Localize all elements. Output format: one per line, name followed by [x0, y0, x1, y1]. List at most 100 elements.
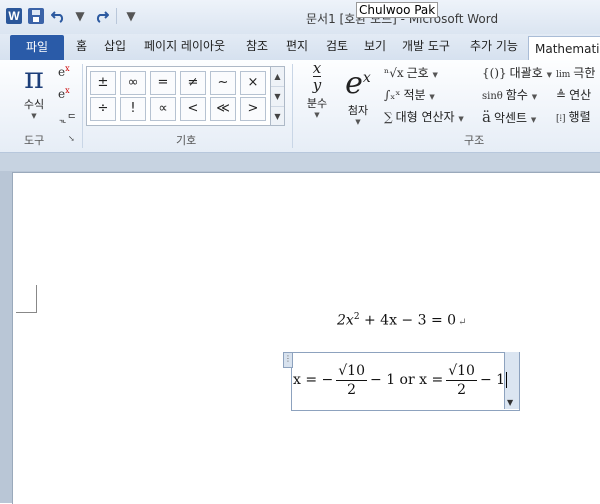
gallery-more-icon[interactable]: ▼: [271, 107, 284, 126]
symbol-proportional[interactable]: ∝: [150, 97, 176, 121]
group-separator: [292, 64, 293, 148]
function-label: 함수: [505, 88, 528, 102]
title-bar: W ▼ ▼ 문서1 [호환 모드] - Microsoft Word Chulw…: [0, 0, 600, 35]
symbol-tilde[interactable]: ~: [210, 71, 236, 95]
equation-button[interactable]: π 수식 ▼: [14, 61, 54, 121]
symbol-not-equal[interactable]: ≠: [180, 71, 206, 95]
user-tooltip: Chulwoo Pak: [356, 2, 439, 18]
integral-icon: ∫ₓˣ: [384, 88, 401, 102]
fraction-label: 분수: [306, 97, 328, 110]
tab-review[interactable]: 검토: [326, 34, 348, 60]
tab-mathematics[interactable]: Mathematics: [528, 36, 600, 61]
chevron-down-icon: ▼: [507, 398, 514, 407]
equation-label: 수식: [23, 98, 45, 111]
symbol-much-less[interactable]: ≪: [210, 97, 236, 121]
quick-access-toolbar: W ▼ ▼: [6, 8, 139, 24]
radical-button[interactable]: ⁿ√x 근호 ▼: [384, 64, 438, 81]
fraction-icon: xy: [312, 59, 322, 94]
eq2-fraction: √10 2: [336, 362, 368, 399]
qat-separator: [116, 8, 117, 24]
equation-handle-icon[interactable]: ⋮: [283, 352, 293, 368]
integral-button[interactable]: ∫ₓˣ 적분 ▼: [384, 86, 435, 103]
operator-label: 연산: [569, 88, 592, 102]
ribbon-tabs: 파일 홈 삽입 페이지 레이아웃 참조 편지 검토 보기 개발 도구 추가 기능…: [0, 34, 600, 61]
limit-icon: lim: [556, 70, 571, 80]
undo-dropdown-icon[interactable]: ▼: [72, 8, 88, 24]
symbol-equals[interactable]: =: [150, 71, 176, 95]
radical-icon: ⁿ√x: [384, 66, 404, 80]
equation-dropdown-icon: ▼: [31, 112, 37, 120]
accent-label: 악센트: [493, 111, 528, 125]
save-icon[interactable]: [28, 8, 44, 24]
scroll-down-icon[interactable]: ▼: [271, 87, 284, 107]
integral-label: 적분: [403, 88, 426, 102]
ruler-strip: [0, 153, 600, 171]
margin-marker: [16, 312, 37, 313]
eq2-fraction: √10 2: [446, 362, 477, 399]
tab-view[interactable]: 보기: [364, 34, 386, 60]
symbol-times[interactable]: ×: [240, 71, 266, 95]
redo-icon[interactable]: [94, 8, 110, 24]
eq2-denominator: 2: [347, 381, 357, 398]
document-page[interactable]: [12, 172, 600, 504]
function-button[interactable]: sinθ 함수 ▼: [482, 86, 537, 103]
large-operator-label: 대형 연산자: [395, 110, 455, 124]
function-icon: sinθ: [482, 91, 503, 102]
tab-developer[interactable]: 개발 도구: [402, 34, 450, 60]
equation-quadratic[interactable]: 2x2 + 4x − 3 = 0 ↵: [337, 312, 466, 329]
dialog-launcher-icon[interactable]: ↘: [68, 134, 75, 143]
symbols-group-label: 기호: [176, 134, 197, 147]
tab-insert[interactable]: 삽입: [104, 34, 126, 60]
undo-icon[interactable]: [50, 8, 66, 24]
symbol-less-than[interactable]: <: [180, 97, 206, 121]
accent-button[interactable]: ä 악센트 ▼: [482, 108, 536, 126]
ribbon: π 수식 ▼ ex ex ᆨᆫᄃ 도구 ↘ ± ∞ = ≠ ~ × ÷ ! ∝ …: [0, 60, 600, 153]
symbol-factorial[interactable]: !: [120, 97, 146, 121]
scroll-up-icon[interactable]: ▲: [271, 67, 284, 87]
equation-solution[interactable]: x = − √10 2 − 1 or x = √10 2 − 1: [293, 354, 508, 406]
accent-icon: ä: [482, 108, 491, 126]
symbol-plus-minus[interactable]: ±: [90, 71, 116, 95]
script-button[interactable]: ex 첨자 ▼: [340, 60, 376, 126]
pi-icon: π: [24, 61, 44, 96]
paragraph-mark-icon: ↵: [458, 316, 467, 328]
script-icon: ex: [345, 66, 371, 101]
fraction-button[interactable]: xy 분수 ▼: [300, 60, 334, 119]
professional-format-icon[interactable]: ex: [58, 64, 70, 79]
bracket-label: 대괄호: [509, 66, 543, 80]
tab-file[interactable]: 파일: [10, 35, 64, 60]
linear-format-icon[interactable]: ex: [58, 86, 70, 101]
eq2-denominator: 2: [457, 381, 467, 398]
eq2-end: − 1: [479, 372, 506, 388]
symbol-greater-than[interactable]: >: [240, 97, 266, 121]
tab-mailings[interactable]: 편지: [286, 34, 308, 60]
tab-page-layout[interactable]: 페이지 레이아웃: [144, 34, 225, 60]
structures-group-label: 구조: [464, 134, 485, 147]
tab-add-ins[interactable]: 추가 기능: [470, 34, 518, 60]
script-dropdown-icon: ▼: [355, 118, 361, 126]
large-operator-button[interactable]: ∑ 대형 연산자 ▼: [384, 108, 464, 125]
matrix-button[interactable]: [⁞] 행렬: [556, 108, 591, 125]
bracket-button[interactable]: {()} 대괄호 ▼: [482, 64, 552, 81]
eq1-term: 2x: [337, 312, 354, 329]
word-app-icon[interactable]: W: [6, 8, 22, 24]
operator-icon: ≜: [556, 88, 567, 102]
limit-button[interactable]: lim 극한: [556, 64, 595, 81]
symbol-infinity[interactable]: ∞: [120, 71, 146, 95]
operator-button[interactable]: ≜ 연산: [556, 86, 591, 103]
tab-home[interactable]: 홈: [76, 34, 87, 60]
normal-text-icon[interactable]: ᆨᆫᄃ: [58, 110, 76, 125]
symbols-scroll[interactable]: ▲ ▼ ▼: [270, 66, 285, 126]
eq2-numerator: √10: [446, 362, 477, 381]
eq2-numerator: √10: [336, 362, 368, 381]
customize-qat-icon[interactable]: ▼: [123, 8, 139, 24]
margin-marker: [36, 285, 37, 313]
tools-group-label: 도구: [24, 134, 45, 147]
symbols-gallery: ± ∞ = ≠ ~ × ÷ ! ∝ < ≪ >: [86, 66, 274, 126]
symbol-divide[interactable]: ÷: [90, 97, 116, 121]
script-label: 첨자: [347, 104, 369, 117]
tab-references[interactable]: 참조: [246, 34, 268, 60]
eq1-rest: + 4x − 3 = 0: [359, 312, 457, 329]
matrix-label: 행렬: [568, 110, 591, 124]
fraction-dropdown-icon: ▼: [314, 111, 320, 119]
